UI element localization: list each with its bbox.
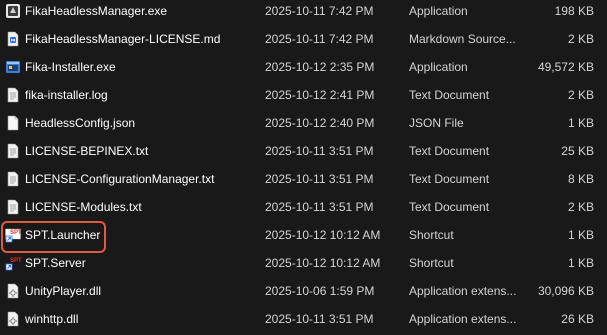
file-name: LICENSE-ConfigurationManager.txt	[25, 172, 215, 186]
file-name: LICENSE-Modules.txt	[25, 200, 142, 214]
spt-shortcut-icon: SPT	[5, 255, 22, 271]
file-row[interactable]: winhttp.dll 2025-10-11 3:51 PM Applicati…	[0, 305, 607, 333]
file-size: 26 KB	[561, 312, 594, 326]
file-date: 2025-10-12 10:12 AM	[265, 256, 381, 270]
file-type: Text Document	[409, 144, 490, 158]
file-row[interactable]: FikaHeadlessManager.exe 2025-10-11 7:42 …	[0, 0, 607, 25]
file-row[interactable]: FikaHeadlessManager-LICENSE.md 2025-10-1…	[0, 25, 607, 53]
file-size: 198 KB	[554, 4, 594, 18]
file-date: 2025-10-12 2:35 PM	[265, 60, 375, 74]
file-date: 2025-10-12 10:12 AM	[265, 228, 381, 242]
file-name: FikaHeadlessManager.exe	[25, 4, 168, 18]
dll-file-icon	[5, 311, 21, 327]
file-row[interactable]: UnityPlayer.dll 2025-10-06 1:59 PM Appli…	[0, 277, 607, 305]
file-name: HeadlessConfig.json	[25, 116, 136, 130]
file-type: Shortcut	[409, 256, 454, 270]
file-type: Application extens...	[409, 284, 517, 298]
file-date: 2025-10-11 3:51 PM	[265, 312, 374, 326]
file-date: 2025-10-12 2:40 PM	[265, 116, 375, 130]
file-size: 25 KB	[561, 144, 594, 158]
file-name: FikaHeadlessManager-LICENSE.md	[25, 32, 221, 46]
text-file-icon	[5, 199, 21, 215]
file-name: winhttp.dll	[25, 312, 79, 326]
exe-icon	[5, 3, 21, 19]
file-type: Text Document	[409, 172, 490, 186]
file-date: 2025-10-06 1:59 PM	[265, 284, 375, 298]
file-size: 2 KB	[567, 88, 594, 102]
file-name: LICENSE-BEPINEX.txt	[25, 144, 149, 158]
file-type: Application	[409, 4, 468, 18]
file-name: UnityPlayer.dll	[25, 284, 102, 298]
file-type: JSON File	[409, 116, 464, 130]
file-type: Text Document	[409, 88, 490, 102]
file-date: 2025-10-12 2:41 PM	[265, 88, 375, 102]
file-name: fika-installer.log	[25, 88, 108, 102]
file-row[interactable]: Fika-Installer.exe 2025-10-12 2:35 PM Ap…	[0, 53, 607, 81]
file-name: Fika-Installer.exe	[25, 60, 116, 74]
spt-badge-text: SPT	[10, 258, 22, 264]
file-type: Shortcut	[409, 228, 454, 242]
file-row[interactable]: SPT SPT.Server 2025-10-12 10:12 AM Short…	[0, 249, 607, 277]
text-file-icon	[5, 143, 21, 159]
file-type: Application extens...	[409, 312, 517, 326]
file-type: Text Document	[409, 200, 490, 214]
text-file-icon	[5, 87, 21, 103]
file-date: 2025-10-11 3:51 PM	[265, 172, 374, 186]
file-row[interactable]: HeadlessConfig.json 2025-10-12 2:40 PM J…	[0, 109, 607, 137]
json-file-icon	[5, 115, 21, 131]
file-size: 1 KB	[567, 228, 594, 242]
file-date: 2025-10-11 7:42 PM	[265, 32, 374, 46]
file-row[interactable]: LICENSE-ConfigurationManager.txt 2025-10…	[0, 165, 607, 193]
file-list: FikaHeadlessManager.exe 2025-10-11 7:42 …	[0, 0, 607, 335]
file-type: Application	[409, 60, 468, 74]
file-size: 49,572 KB	[537, 60, 594, 74]
file-date: 2025-10-11 7:42 PM	[265, 4, 374, 18]
installer-icon	[5, 59, 21, 75]
file-size: 1 KB	[567, 116, 594, 130]
file-date: 2025-10-11 3:51 PM	[265, 144, 374, 158]
file-size: 1 KB	[567, 256, 594, 270]
text-file-icon	[5, 171, 21, 187]
markdown-file-icon	[5, 31, 21, 47]
file-size: 30,096 KB	[537, 284, 594, 298]
file-size: 8 KB	[567, 172, 594, 186]
file-row[interactable]: fika-installer.log 2025-10-12 2:41 PM Te…	[0, 81, 607, 109]
file-date: 2025-10-11 3:51 PM	[265, 200, 374, 214]
spt-launcher-highlight	[1, 221, 106, 253]
file-row[interactable]: LICENSE-Modules.txt 2025-10-11 3:51 PM T…	[0, 193, 607, 221]
file-size: 2 KB	[567, 32, 594, 46]
file-type: Markdown Source...	[409, 32, 516, 46]
dll-file-icon	[5, 283, 21, 299]
file-size: 2 KB	[567, 200, 594, 214]
file-name: SPT.Server	[25, 256, 86, 270]
file-row[interactable]: LICENSE-BEPINEX.txt 2025-10-11 3:51 PM T…	[0, 137, 607, 165]
